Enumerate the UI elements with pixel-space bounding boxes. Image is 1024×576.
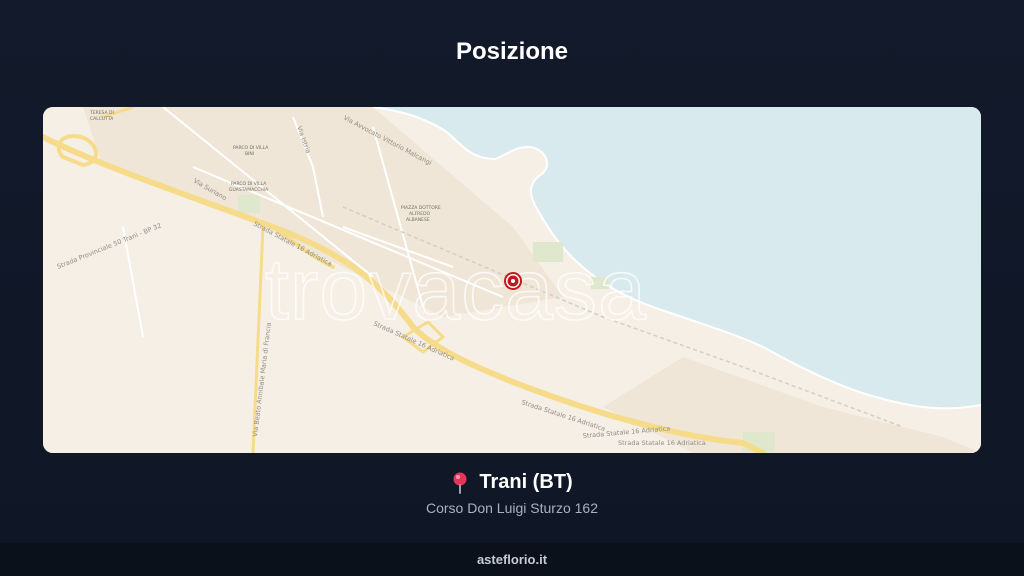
place-label-parco-guastamacchia: GUASTAMACCHIA: [229, 187, 269, 193]
map-watermark: trovacasa: [265, 242, 647, 338]
location-line: Trani (BT): [0, 471, 1024, 494]
location-marker-icon[interactable]: [504, 272, 522, 290]
map-view[interactable]: Via Avvocato Vittorio Malcangi Via Istri…: [43, 107, 981, 453]
place-label-piazza: ALFREDO: [409, 211, 431, 217]
place-label-parco-villa: BINI: [245, 151, 254, 157]
street-label-statale-5: Strada Statale 16 Adriatica: [618, 439, 706, 447]
place-label-parco-villa: PARCO DI VILLA: [233, 145, 269, 151]
place-label-parco-guastamacchia: PARCO DI VILLA: [231, 181, 267, 187]
place-label-teresa: TERESA DI: [89, 110, 114, 116]
city-name: Trani (BT): [479, 471, 573, 493]
footer-brand: asteflorio.it: [476, 552, 548, 567]
map-canvas: Via Avvocato Vittorio Malcangi Via Istri…: [43, 107, 981, 453]
address-text: Corso Don Luigi Sturzo 162: [426, 500, 598, 516]
page-title: Posizione: [455, 38, 569, 65]
place-label-teresa: CALCUTTA: [90, 116, 114, 122]
place-label-piazza: ALBANESE: [406, 217, 430, 223]
park: [238, 195, 260, 213]
round-pushpin-icon: [451, 472, 469, 494]
footer: asteflorio.it: [0, 543, 1024, 576]
place-label-piazza: PIAZZA DOTTORE: [401, 205, 441, 211]
